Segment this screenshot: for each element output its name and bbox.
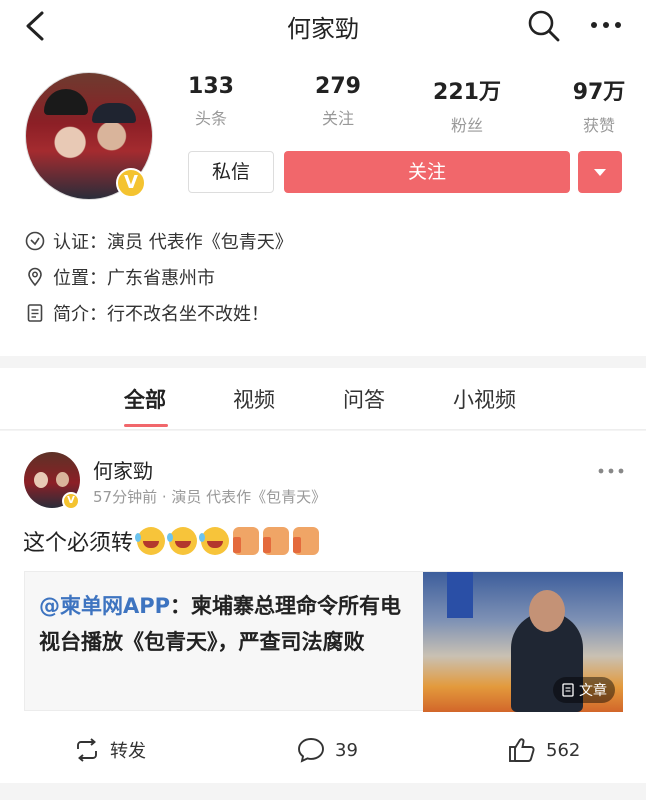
tab-all[interactable]: 全部 — [124, 384, 166, 414]
stat-value: 97万 — [572, 80, 626, 105]
post-meta: 57分钟前 · 演员 代表作《包青天》 — [93, 488, 327, 506]
laugh-emoji-icon — [199, 527, 230, 555]
info-label: 简介： — [53, 304, 107, 325]
content-tabs: 全部 视频 问答 小视频 — [0, 368, 646, 430]
shared-colon: ： — [170, 594, 192, 618]
thumbs-up-emoji-icon — [263, 527, 290, 555]
thumbs-up-emoji-icon — [233, 527, 260, 555]
laugh-emoji-icon — [167, 527, 198, 555]
tab-videos[interactable]: 视频 — [233, 384, 275, 414]
article-badge: 文章 — [553, 677, 615, 703]
stat-label: 关注 — [321, 109, 354, 128]
comment-icon — [298, 738, 324, 763]
repost-button[interactable]: 转发 — [74, 737, 146, 763]
laugh-emoji-icon — [135, 527, 166, 555]
stat-posts[interactable]: 133 头条 — [166, 74, 256, 129]
info-value: 演员 代表作《包青天》 — [107, 232, 293, 253]
chevron-down-icon — [594, 169, 606, 176]
verified-icon — [25, 231, 45, 251]
thumbs-up-emoji-icon — [293, 527, 320, 555]
stat-value: 133 — [188, 74, 234, 99]
shared-article-text: @柬单网APP：柬埔寨总理命令所有电视台播放《包青天》，严查司法腐败 — [39, 588, 419, 660]
document-icon — [27, 304, 43, 322]
active-tab-indicator — [124, 424, 168, 427]
stat-followers[interactable]: 221万 粉丝 — [422, 74, 512, 136]
location-icon — [28, 267, 42, 287]
shared-source-link[interactable]: @柬单网APP — [39, 594, 170, 618]
message-button[interactable]: 私信 — [188, 151, 274, 193]
info-verification: 认证： 演员 代表作《包青天》 — [25, 226, 293, 256]
like-count: 562 — [546, 739, 581, 761]
article-icon — [562, 683, 574, 697]
like-button[interactable]: 562 — [508, 737, 580, 763]
info-bio: 简介： 行不改名坐不改姓！ — [25, 298, 269, 328]
top-bar: 何家勁 — [0, 0, 646, 56]
verified-badge-icon: V — [116, 168, 146, 198]
post-body: 这个必须转 — [23, 531, 134, 556]
verified-badge-icon: V — [62, 492, 80, 510]
stat-value: 279 — [315, 74, 361, 99]
more-options-icon[interactable] — [586, 10, 626, 40]
info-location: 位置： 广东省惠州市 — [25, 262, 215, 292]
tab-short-videos[interactable]: 小视频 — [453, 384, 516, 414]
info-label: 位置： — [53, 268, 107, 289]
thumbs-up-icon — [509, 738, 535, 762]
post-text: 这个必须转 — [23, 525, 320, 557]
repost-icon — [77, 738, 97, 762]
info-value: 行不改名坐不改姓！ — [107, 304, 269, 325]
article-badge-label: 文章 — [579, 683, 607, 699]
profile-header: V 133 头条 279 关注 221万 粉丝 97万 获赞 私信 关注 认证：… — [0, 56, 646, 356]
follow-button[interactable]: 关注 — [284, 151, 570, 193]
search-icon[interactable] — [526, 8, 562, 44]
shared-article-card[interactable]: @柬单网APP：柬埔寨总理命令所有电视台播放《包青天》，严查司法腐败 文章 — [24, 571, 623, 712]
follow-dropdown-button[interactable] — [578, 151, 622, 193]
stat-likes[interactable]: 97万 获赞 — [554, 74, 644, 136]
stat-label: 获赞 — [582, 116, 615, 135]
info-value: 广东省惠州市 — [107, 268, 215, 289]
stat-label: 头条 — [194, 109, 227, 128]
post-more-icon[interactable] — [596, 461, 626, 481]
comment-count: 39 — [335, 739, 358, 761]
repost-label: 转发 — [110, 741, 146, 762]
stat-value: 221万 — [433, 80, 501, 105]
comment-button[interactable]: 39 — [297, 737, 358, 763]
tab-qa[interactable]: 问答 — [343, 384, 385, 414]
info-label: 认证： — [53, 232, 107, 253]
post-author[interactable]: 何家勁 — [93, 455, 153, 484]
feed-post: V 何家勁 57分钟前 · 演员 代表作《包青天》 这个必须转 @柬单网APP：… — [0, 431, 646, 783]
stat-following[interactable]: 279 关注 — [293, 74, 383, 129]
stat-label: 粉丝 — [450, 116, 483, 135]
